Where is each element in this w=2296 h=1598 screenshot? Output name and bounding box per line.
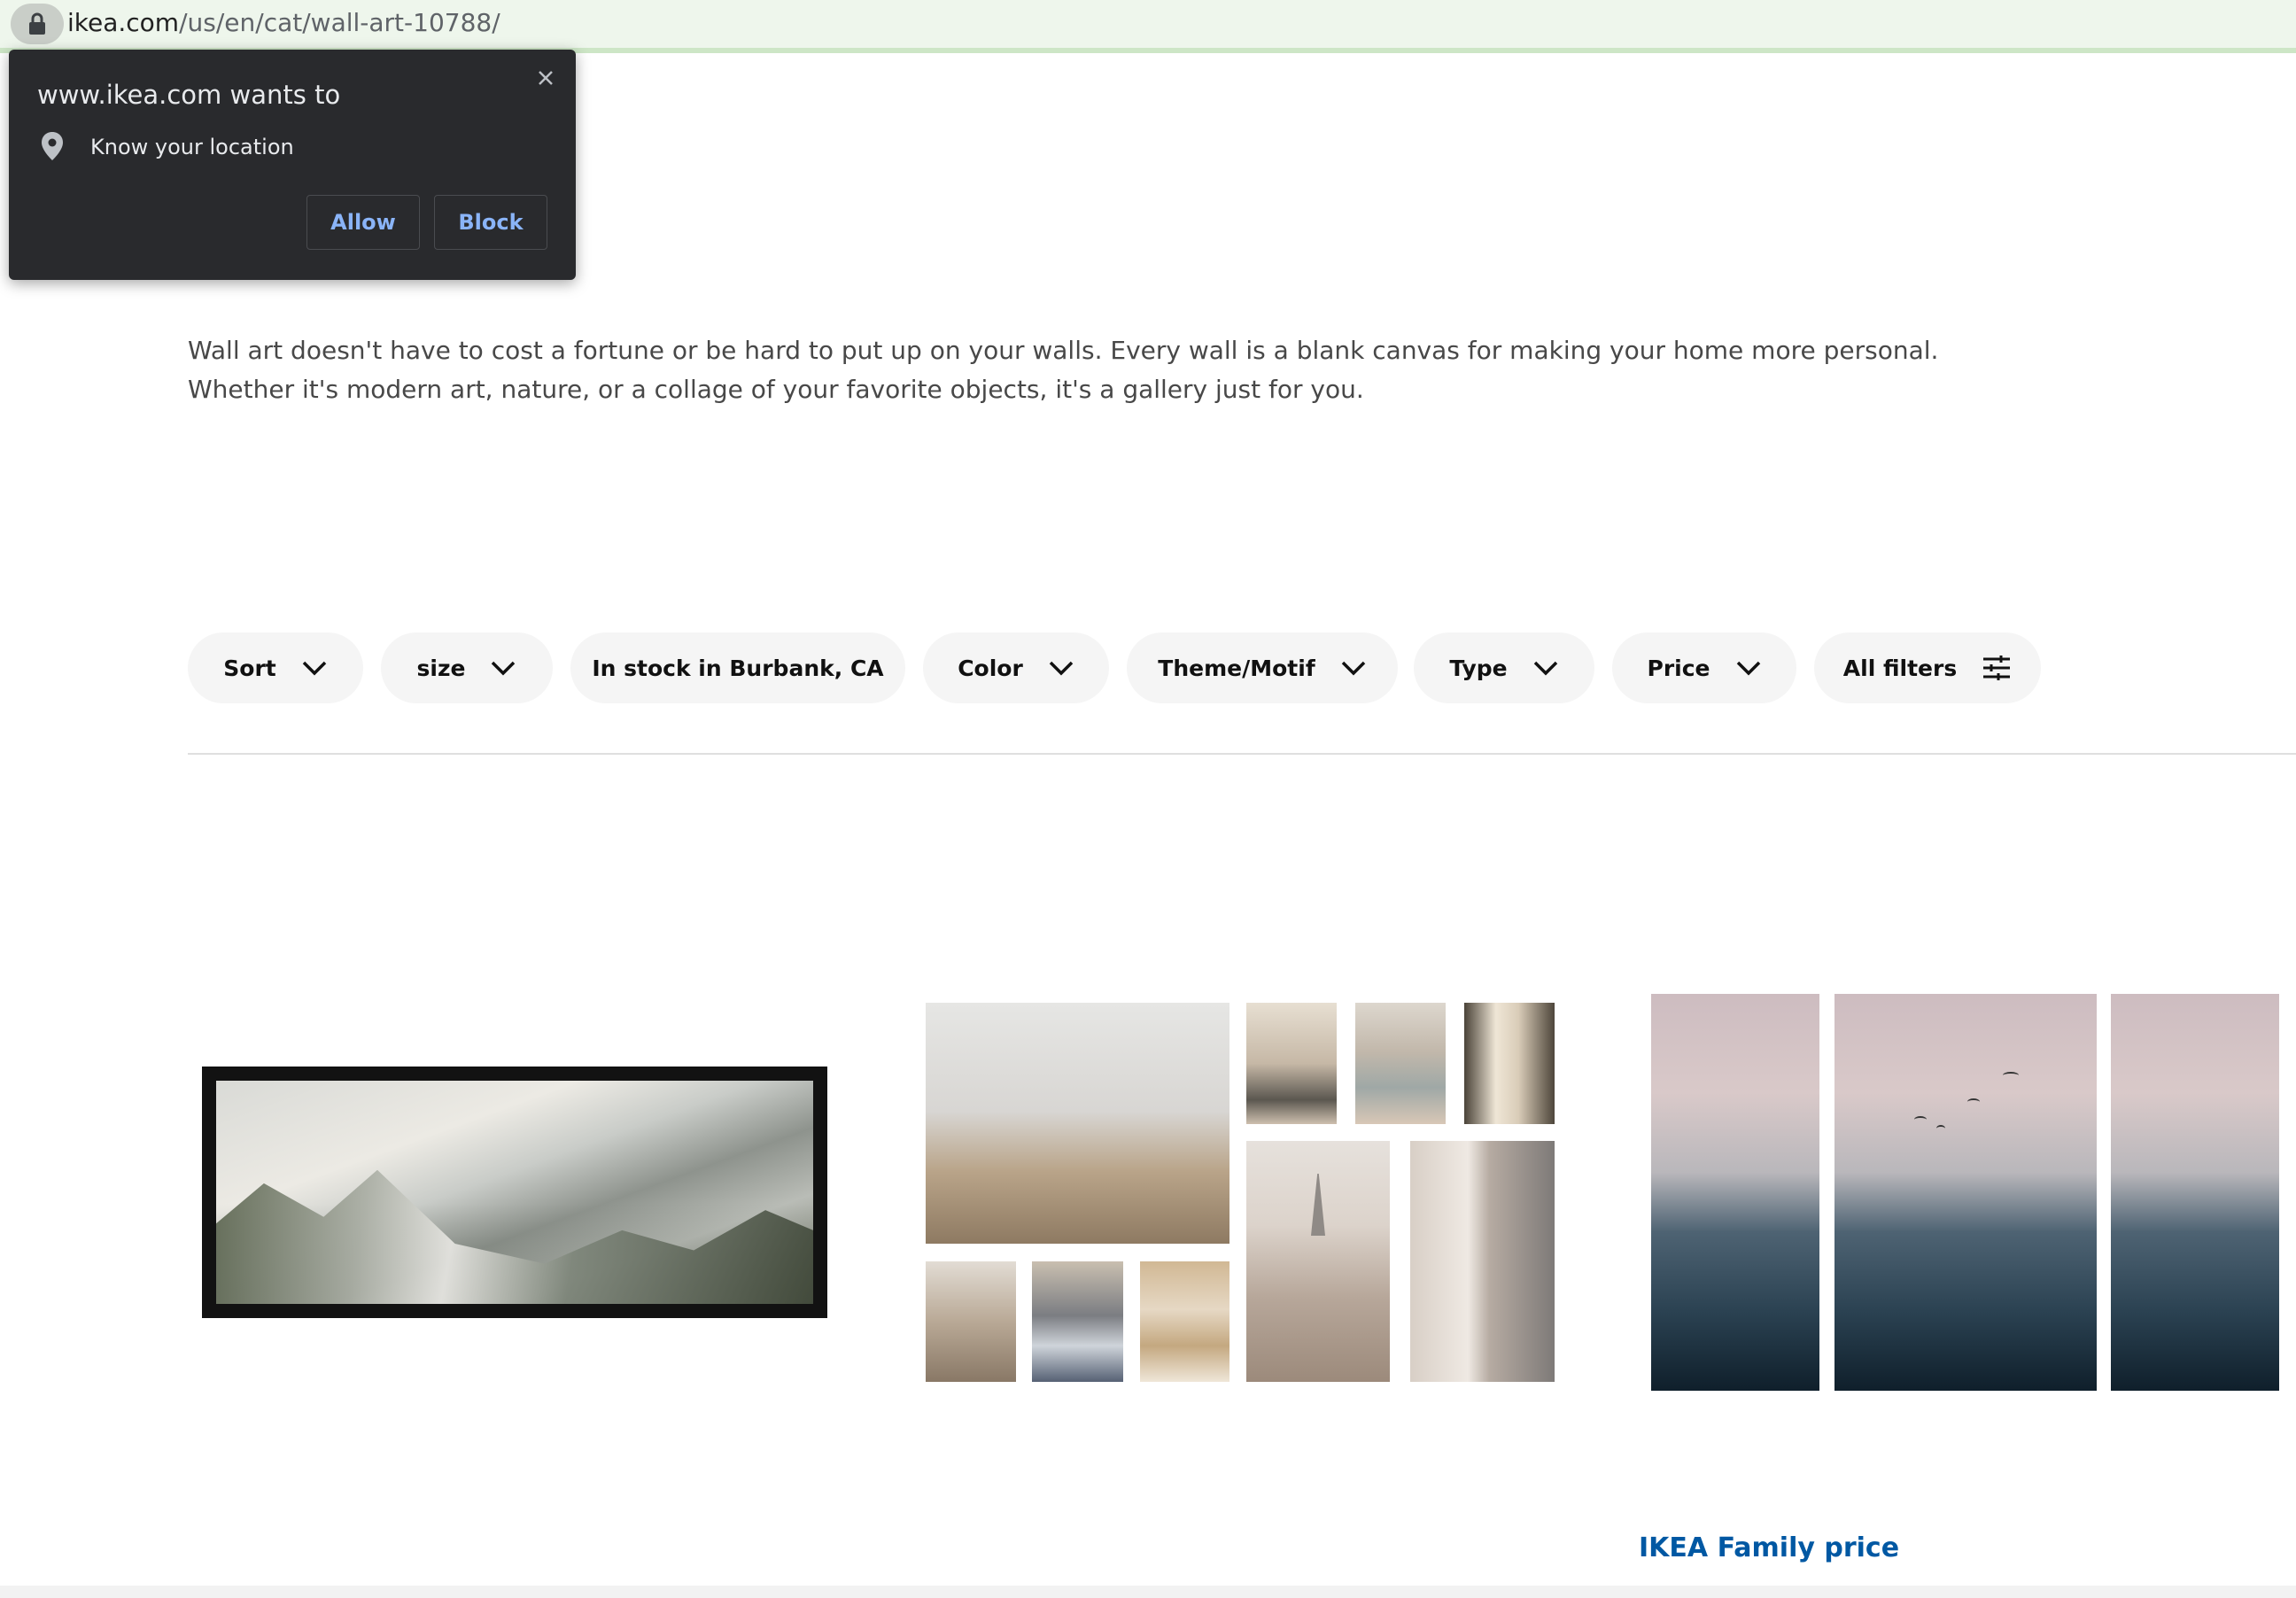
filter-size[interactable]: size	[381, 632, 553, 703]
url-domain: ikea.com	[67, 8, 180, 37]
bird-shape	[1914, 1116, 1927, 1123]
filter-divider	[188, 753, 2296, 755]
bird-shape	[2003, 1072, 2019, 1079]
bird-shape	[1936, 1125, 1945, 1132]
allow-button[interactable]: Allow	[306, 195, 420, 250]
filter-label: In stock in Burbank, CA	[592, 655, 884, 681]
collage-photo-arch-ceiling	[1140, 1261, 1229, 1382]
category-description: Wall art doesn't have to cost a fortune …	[188, 331, 2048, 409]
chevron-down-icon	[1049, 661, 1074, 676]
chevron-down-icon	[492, 661, 516, 676]
chevron-down-icon	[302, 661, 326, 676]
location-permission-popup: www.ikea.com wants to Know your location…	[9, 50, 576, 280]
description-line-1: Wall art doesn't have to cost a fortune …	[188, 336, 1939, 365]
chevron-down-icon	[1736, 661, 1760, 676]
filter-label: All filters	[1842, 655, 1958, 681]
filter-label: Type	[1449, 655, 1508, 681]
filter-type[interactable]: Type	[1414, 632, 1594, 703]
lock-icon	[29, 12, 45, 35]
browser-address-bar[interactable]: ikea.com/us/en/cat/wall-art-10788/	[0, 0, 2296, 53]
description-line-2: Whether it's modern art, nature, or a co…	[188, 375, 1364, 404]
filter-color[interactable]: Color	[923, 632, 1109, 703]
chevron-down-icon	[1533, 661, 1557, 676]
product-image-mountain-framed-picture[interactable]	[202, 1067, 827, 1318]
ikea-family-price-label: IKEA Family price	[1639, 1532, 1900, 1563]
filter-sort[interactable]: Sort	[188, 632, 363, 703]
collage-photo-staircase	[926, 1261, 1016, 1382]
product-info-strip	[0, 1586, 2296, 1598]
filter-label: size	[416, 655, 466, 681]
mountain-landscape-artwork	[216, 1081, 813, 1304]
url-text[interactable]: ikea.com/us/en/cat/wall-art-10788/	[67, 5, 500, 41]
filter-theme-motif[interactable]: Theme/Motif	[1127, 632, 1398, 703]
collage-photo-cafe-chairs	[1355, 1003, 1446, 1124]
collage-photo-street	[1410, 1141, 1555, 1382]
permission-request-text: Know your location	[90, 135, 294, 159]
chevron-down-icon	[1341, 661, 1365, 676]
filter-sliders-icon	[1983, 655, 2011, 680]
url-path: /us/en/cat/wall-art-10788/	[179, 8, 500, 37]
triptych-panel-left	[1651, 994, 1819, 1391]
filter-label: Theme/Motif	[1158, 655, 1315, 681]
filter-all-filters[interactable]: All filters	[1814, 632, 2041, 703]
collage-photo-balcony	[1246, 1003, 1337, 1124]
filter-label: Sort	[223, 655, 276, 681]
triptych-panel-center	[1834, 994, 2097, 1391]
close-icon	[539, 71, 553, 85]
collage-photo-city-rooftops	[926, 1003, 1229, 1244]
filter-in-stock[interactable]: In stock in Burbank, CA	[570, 632, 905, 703]
permission-title: www.ikea.com wants to	[37, 80, 341, 110]
filter-price[interactable]: Price	[1612, 632, 1796, 703]
bird-shape	[1967, 1098, 1980, 1105]
filter-label: Price	[1647, 655, 1710, 681]
collage-photo-cafe-terrace	[1032, 1261, 1123, 1382]
site-info-button[interactable]	[11, 4, 64, 44]
location-pin-icon	[42, 132, 63, 160]
triptych-panel-right	[2111, 994, 2279, 1391]
block-button[interactable]: Block	[434, 195, 547, 250]
collage-photo-curtain-window	[1464, 1003, 1555, 1124]
filter-label: Color	[958, 655, 1023, 681]
close-button[interactable]	[530, 62, 562, 94]
